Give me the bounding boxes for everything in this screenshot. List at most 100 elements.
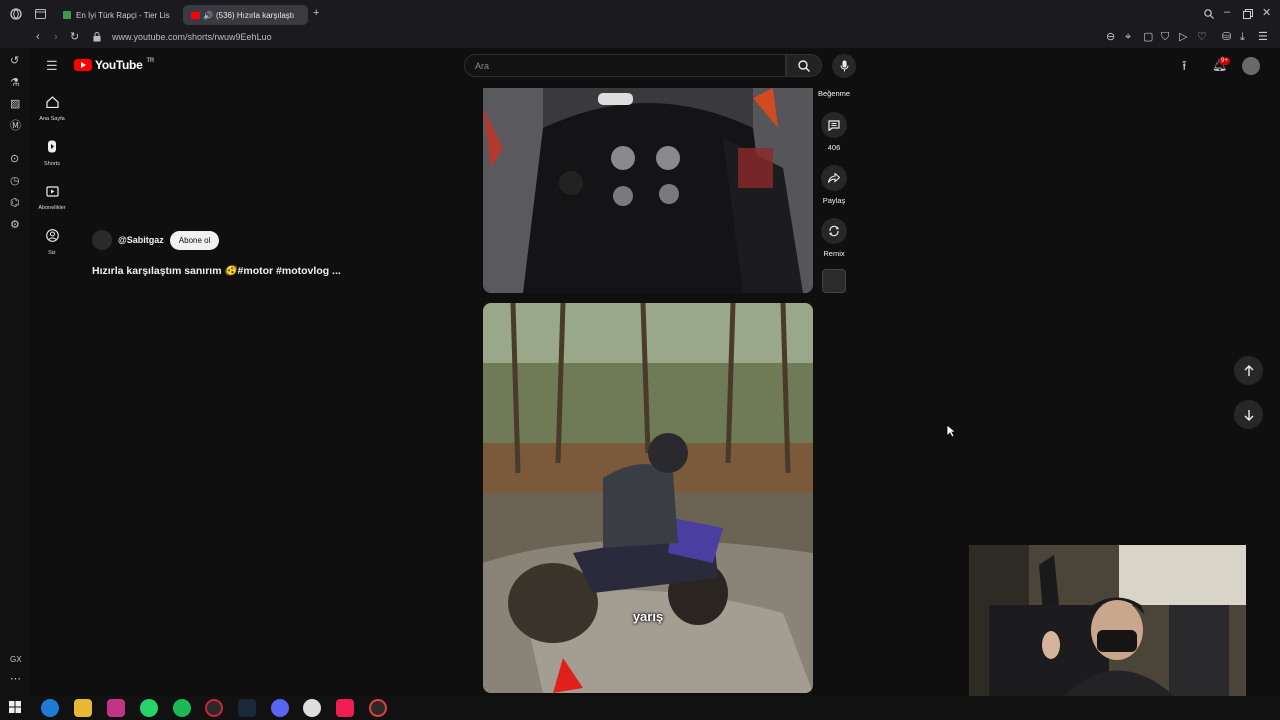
tab-youtube-short[interactable]: 🔊 (536) Hızırla karşılaştı (183, 5, 308, 25)
account-avatar[interactable] (1242, 57, 1260, 75)
hamburger-menu-icon[interactable]: ☰ (46, 59, 58, 72)
clock-icon[interactable]: ◷ (10, 176, 20, 187)
previous-short-button[interactable] (1234, 356, 1263, 385)
back-icon[interactable]: ‹ (36, 32, 40, 43)
notification-badge: 9+ (1219, 57, 1230, 65)
comment-icon (828, 119, 840, 131)
video-title[interactable]: Hızırla karşılaştım sanırım 🫨#motor #mot… (92, 264, 341, 277)
sound-thumbnail[interactable] (814, 269, 854, 293)
messenger-icon[interactable]: Ⓜ (10, 121, 21, 132)
extensions-icon[interactable]: ⌬ (10, 198, 20, 209)
tab-overview-icon[interactable] (35, 9, 46, 22)
comments-button[interactable] (821, 112, 847, 138)
wallet-icon[interactable]: ⛁ (1222, 32, 1231, 43)
share-action[interactable]: Paylaş (814, 165, 854, 205)
mouse-cursor-icon (946, 424, 956, 438)
home-icon (45, 96, 59, 109)
channel-name[interactable]: @Sabitgaz (118, 235, 164, 245)
player-icon[interactable]: ⊙ (10, 154, 19, 165)
snapshot-icon[interactable]: ▢ (1143, 32, 1153, 43)
tab-favicon-icon (63, 11, 71, 19)
download-icon[interactable]: ⤓ (1240, 32, 1245, 43)
lock-icon (93, 32, 101, 44)
minimize-icon[interactable]: – (1224, 7, 1230, 18)
streamer-webcam-image (969, 545, 1246, 696)
reload-icon[interactable]: ↻ (70, 32, 79, 43)
gx-icon[interactable]: GX (10, 656, 22, 664)
youtube-header: ☰ YouTube TR Ara ⭱ 🔔︎ (30, 48, 1280, 84)
discord-icon[interactable] (271, 699, 289, 717)
share-icon (828, 173, 840, 183)
play-icon[interactable]: ▷ (1179, 32, 1187, 43)
search-placeholder: Ara (475, 61, 490, 71)
opera-gx-icon[interactable] (205, 699, 223, 717)
spotify-icon[interactable] (173, 699, 191, 717)
tiktok-icon[interactable] (336, 699, 354, 717)
subscriptions-icon (45, 186, 59, 197)
next-short-button[interactable] (1234, 400, 1263, 429)
file-explorer-icon[interactable] (74, 699, 92, 717)
windows-start-icon[interactable] (9, 701, 21, 716)
youtube-logo[interactable]: YouTube TR (74, 58, 154, 72)
tab-tier-list[interactable]: En İyi Türk Rapçi - Tier Lis (55, 5, 180, 25)
guide-label: Siz (48, 250, 56, 256)
shield-icon[interactable]: ⛉ (1161, 32, 1169, 43)
ai-icon[interactable]: ⚗ (10, 78, 20, 89)
more-icon[interactable]: ⋯ (10, 674, 21, 685)
close-window-icon[interactable]: ✕ (1262, 8, 1271, 19)
comments-action[interactable]: 406 (814, 112, 854, 152)
speaker-icon[interactable]: 🔊 (203, 11, 213, 20)
settings-icon[interactable]: ⚙ (10, 220, 20, 231)
forward-icon[interactable]: › (54, 32, 58, 43)
browser-tab-strip: En İyi Türk Rapçi - Tier Lis 🔊 (536) Hız… (0, 0, 1280, 28)
new-tab-icon[interactable]: + (313, 8, 319, 19)
guide-item-you[interactable]: Siz (30, 229, 74, 256)
crypto-icon[interactable]: ▨ (10, 99, 20, 110)
arrow-down-icon (1244, 409, 1253, 421)
steam-icon[interactable] (238, 699, 256, 717)
whatsapp-icon[interactable] (140, 699, 158, 717)
history-icon[interactable]: ↺ (10, 56, 19, 67)
remix-button[interactable] (821, 218, 847, 244)
dislike-action[interactable]: Beğenme (814, 89, 854, 98)
restore-icon[interactable] (1243, 9, 1253, 22)
upload-icon[interactable]: ⭱ (1182, 59, 1187, 72)
guide-item-home[interactable]: Ana Sayfa (30, 95, 74, 122)
microphone-icon (840, 60, 848, 72)
remix-action[interactable]: Remix (814, 218, 854, 258)
dislike-label: Beğenme (817, 89, 851, 98)
chrome-icon[interactable] (369, 699, 387, 717)
menu-icon[interactable]: ☰ (1258, 32, 1268, 43)
zoom-out-icon[interactable]: ⊖ (1106, 32, 1115, 43)
instagram-icon[interactable] (107, 699, 125, 717)
guide-label: Shorts (44, 161, 60, 167)
heart-icon[interactable]: ♡ (1197, 32, 1207, 43)
pin-icon[interactable]: ⌖ (1125, 32, 1131, 43)
youtube-play-logo-icon (74, 59, 92, 71)
search-input[interactable]: Ara (464, 54, 786, 77)
channel-avatar[interactable] (92, 230, 112, 250)
webcam-overlay (969, 545, 1246, 696)
browser-search-icon[interactable] (1204, 9, 1214, 22)
channel-row: @Sabitgaz Abone ol (92, 230, 220, 250)
arrow-up-icon (1244, 364, 1253, 376)
tab-label: (536) Hızırla karşılaştı (215, 10, 295, 20)
browser-logo-icon[interactable] (10, 8, 22, 23)
next-short-video[interactable]: yarış (483, 303, 813, 693)
short-video-player[interactable] (483, 88, 813, 293)
edge-browser-icon[interactable] (41, 699, 59, 717)
remix-icon (829, 225, 839, 237)
remix-label: Remix (823, 249, 845, 258)
url-field[interactable]: www.youtube.com/shorts/rwuw9EehLuo (112, 32, 272, 42)
obs-icon[interactable] (303, 699, 321, 717)
voice-search-button[interactable] (832, 54, 856, 78)
search-button[interactable] (786, 54, 822, 77)
share-button[interactable] (821, 165, 847, 191)
youtube-favicon-icon (191, 11, 200, 19)
search-icon (798, 59, 810, 72)
share-label: Paylaş (822, 196, 846, 205)
guide-item-shorts[interactable]: Shorts (30, 140, 74, 167)
guide-label: Ana Sayfa (39, 116, 65, 122)
subscribe-button[interactable]: Abone ol (169, 230, 220, 250)
guide-item-subscriptions[interactable]: Abonelikler (30, 184, 74, 211)
